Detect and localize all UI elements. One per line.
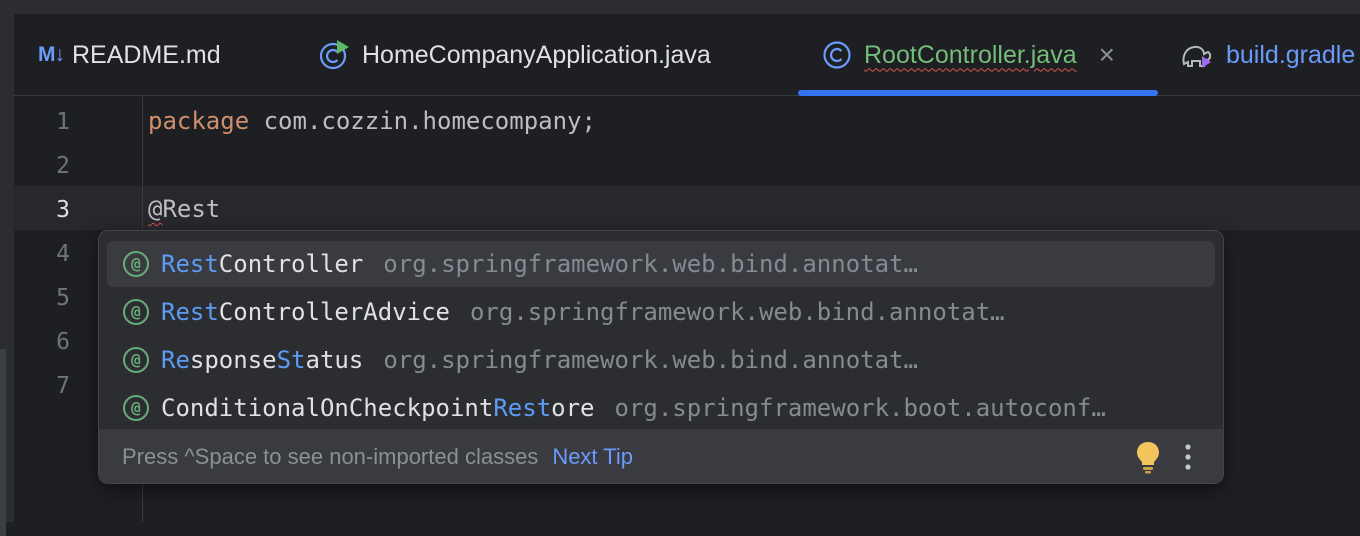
item-text: sponse	[189, 346, 277, 374]
code-line-1[interactable]: package com.cozzin.homecompany;	[148, 107, 596, 135]
line-number: 3	[56, 197, 70, 223]
tab-root-controller[interactable]: RootController.java ×	[822, 14, 1115, 96]
item-text: ore	[551, 394, 595, 422]
item-text: atus	[305, 346, 364, 374]
tab-home-company-application[interactable]: HomeCompanyApplication.java	[318, 14, 711, 96]
line-number: 7	[56, 373, 70, 399]
completion-item-package: org.springframework.web.bind.annotation	[383, 250, 924, 278]
completion-item[interactable]: @ RestControllerAdvice org.springframework…	[107, 289, 1215, 335]
matched-text: Rest	[493, 394, 552, 422]
editor-tab-bar: M↓ README.md HomeCompanyApplication.java…	[14, 14, 1360, 96]
matched-text: Re	[161, 346, 190, 374]
left-scrollbar[interactable]	[0, 349, 6, 536]
annotation-icon: @	[123, 395, 149, 421]
line-number: 4	[56, 241, 70, 267]
line-number: 1	[56, 109, 70, 135]
tab-label: HomeCompanyApplication.java	[362, 40, 711, 69]
completion-item-package: org.springframework.boot.autoconf…	[614, 394, 1106, 422]
more-options-icon[interactable]	[1177, 441, 1199, 479]
annotation-icon: @	[123, 251, 149, 277]
tab-label: RootController.java	[864, 40, 1077, 69]
completion-item-name: RestController	[161, 250, 363, 278]
line-number: 2	[56, 153, 70, 179]
item-text: ConditionalOnCheckpoint	[161, 394, 494, 422]
package-name: com.cozzin.homecompany;	[263, 107, 596, 135]
matched-text: Rest	[161, 298, 219, 326]
annotation-icon: @	[123, 347, 149, 373]
completion-item[interactable]: @ ConditionalOnCheckpointRestore org.sprin…	[107, 385, 1215, 431]
matched-text: St	[276, 346, 306, 374]
line-number: 6	[56, 329, 70, 355]
completion-item-name: RestControllerAdvice	[161, 298, 450, 326]
item-text: ControllerAdvice	[218, 298, 450, 326]
close-icon[interactable]: ×	[1099, 39, 1115, 71]
window-top-strip	[0, 0, 1360, 14]
active-tab-indicator	[798, 90, 1158, 96]
completion-item-name: ConditionalOnCheckpointRestore	[161, 394, 595, 422]
completion-popup: @ RestController org.springframework.web.b…	[98, 230, 1224, 484]
completion-item[interactable]: @ ResponseStatus org.springframework.web.b…	[107, 337, 1215, 383]
lightbulb-icon[interactable]	[1135, 440, 1161, 480]
tab-build-gradle[interactable]: build.gradle	[1180, 14, 1355, 96]
gradle-elephant-icon	[1180, 40, 1214, 70]
markdown-icon: M↓	[38, 43, 65, 66]
completion-item-name: ResponseStatus	[161, 346, 363, 374]
next-tip-link[interactable]: Next Tip	[552, 444, 633, 470]
run-class-icon	[318, 39, 350, 71]
tab-label: README.md	[72, 40, 221, 69]
class-icon	[822, 40, 852, 70]
tab-label: build.gradle	[1226, 40, 1356, 69]
tab-readme[interactable]: M↓ README.md	[38, 14, 221, 96]
completion-item-package: org.springframework.web.bind.annotation	[383, 346, 924, 374]
item-text: Controller	[218, 250, 364, 278]
left-tool-strip	[0, 14, 14, 536]
annotation-at: @	[148, 195, 163, 223]
annotation-icon: @	[123, 299, 149, 325]
keyword: package	[148, 107, 250, 135]
typed-text: Rest	[162, 195, 221, 223]
line-number: 5	[56, 285, 70, 311]
matched-text: Rest	[161, 250, 219, 278]
code-line-3[interactable]: @Rest	[148, 195, 220, 223]
completion-item[interactable]: @ RestController org.springframework.web.b…	[107, 241, 1215, 287]
footer-hint: Press ^Space to see non-imported classes	[122, 444, 539, 469]
completion-item-package: org.springframework.web.bind.annotation	[469, 298, 1010, 326]
completion-footer: Press ^Space to see non-imported classes…	[99, 429, 1223, 483]
